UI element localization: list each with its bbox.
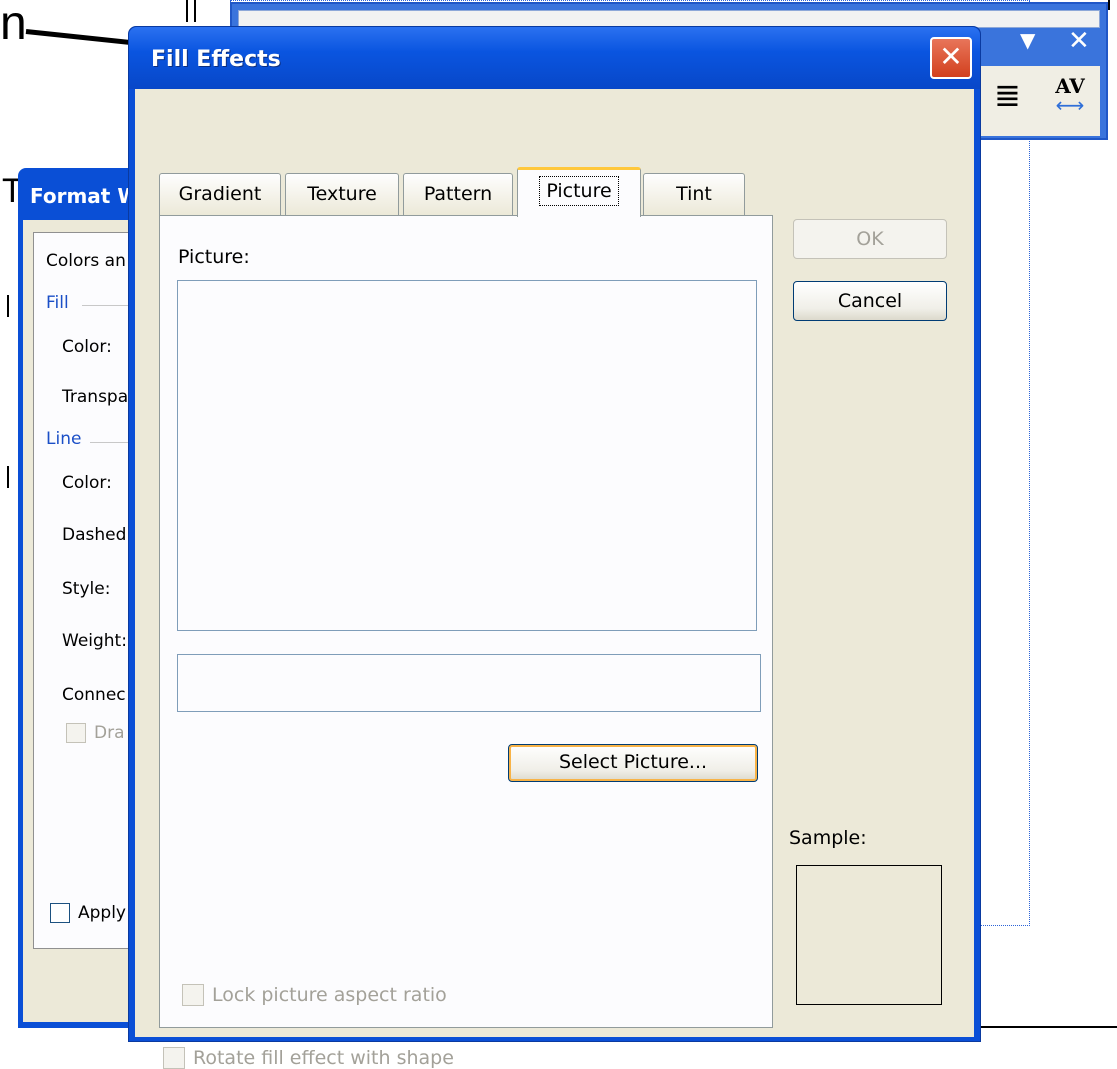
connector-line (25, 29, 138, 46)
tab-colors-and-lines[interactable]: Colors an (46, 251, 126, 271)
sample-preview (796, 865, 942, 1005)
dashed-label: Dashed (62, 525, 127, 545)
ok-button[interactable]: OK (793, 219, 947, 259)
toolbar-close-icon[interactable]: ✕ (1068, 26, 1090, 56)
spacing-arrows-icon: ⟷ (1055, 93, 1085, 117)
toolbar-options-dropdown-icon[interactable]: ▼ (1020, 28, 1035, 52)
picture-name-field (177, 654, 761, 712)
close-button[interactable]: ✕ (930, 37, 972, 79)
fill-effects-titlebar: Fill Effects ✕ (129, 27, 980, 89)
text-cursor-line (7, 466, 9, 488)
fill-section-heading: Fill (46, 293, 69, 313)
rotate-fill-label: Rotate fill effect with shape (193, 1047, 454, 1069)
page-edge-line (980, 1026, 1117, 1028)
apply-checkbox[interactable] (50, 903, 70, 923)
close-icon: ✕ (939, 40, 963, 73)
tab-picture-label: Picture (539, 176, 619, 206)
lock-aspect-checkbox[interactable] (182, 984, 204, 1006)
line-color-label: Color: (62, 473, 112, 493)
select-picture-button[interactable]: Select Picture... (508, 744, 758, 782)
dialog-title: Fill Effects (151, 47, 281, 72)
style-label: Style: (62, 579, 111, 599)
fill-effects-body: Gradient Texture Pattern Picture Tint Pi… (135, 89, 974, 1069)
connector-label: Connec (62, 685, 126, 705)
text-cursor-line (7, 295, 9, 317)
background-letter: n (0, 0, 27, 50)
sample-label: Sample: (789, 827, 867, 849)
apply-label: Apply (78, 903, 126, 923)
rotate-fill-checkbox[interactable] (163, 1047, 185, 1069)
fill-effects-dialog: Fill Effects ✕ Gradient Texture Pattern … (128, 26, 981, 1069)
tab-gradient-label: Gradient (178, 183, 262, 205)
divider-line (186, 0, 188, 22)
character-spacing-icon[interactable]: AV ⟷ (1046, 74, 1094, 117)
picture-label: Picture: (178, 246, 250, 268)
tab-tint-label: Tint (676, 183, 712, 205)
tab-pattern[interactable]: Pattern (403, 173, 513, 215)
picture-tab-panel: Picture: Select Picture... Lock picture … (159, 215, 773, 1028)
draw-checkbox[interactable] (66, 723, 86, 743)
transparency-label: Transpa (62, 387, 129, 407)
tab-texture[interactable]: Texture (285, 173, 399, 215)
page-edge-line (1108, 0, 1110, 10)
picture-preview (177, 280, 757, 631)
format-dialog-title: Format W (30, 184, 140, 208)
tab-picture[interactable]: Picture (517, 167, 641, 217)
lock-aspect-label: Lock picture aspect ratio (212, 984, 447, 1006)
line-section-heading: Line (46, 429, 82, 449)
weight-label: Weight: (62, 631, 127, 651)
cancel-button[interactable]: Cancel (793, 281, 947, 321)
tab-gradient[interactable]: Gradient (159, 173, 281, 215)
draw-label: Dra (94, 723, 125, 743)
tab-texture-label: Texture (307, 183, 377, 205)
tab-tint[interactable]: Tint (643, 173, 745, 215)
divider-line (194, 0, 196, 22)
fill-color-label: Color: (62, 337, 112, 357)
align-center-icon[interactable]: ≣ (994, 76, 1021, 114)
tab-pattern-label: Pattern (423, 183, 493, 205)
